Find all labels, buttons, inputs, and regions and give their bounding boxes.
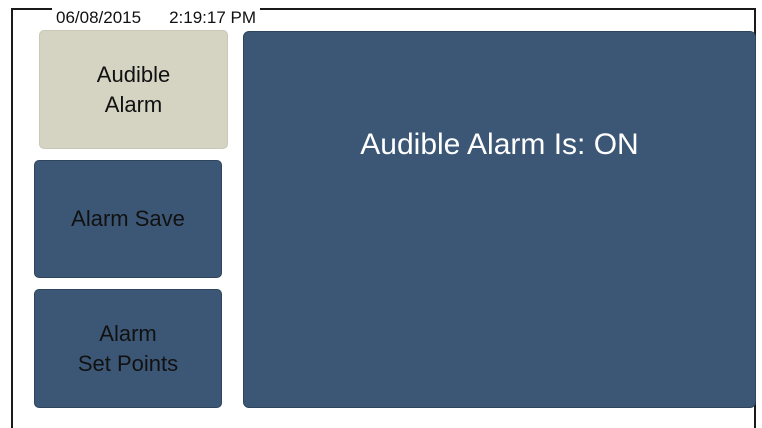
alarm-set-points-label-line1: Alarm: [99, 320, 157, 346]
alarm-set-points-label-line2: Set Points: [77, 350, 179, 376]
audible-alarm-label-line2: Alarm: [104, 91, 163, 117]
audible-alarm-button[interactable]: Audible Alarm: [39, 30, 228, 149]
alarm-set-points-button[interactable]: Alarm Set Points: [34, 289, 222, 408]
main-display-panel: Audible Alarm Is: ON: [243, 31, 756, 408]
alarm-save-button[interactable]: Alarm Save: [34, 160, 222, 278]
alarm-save-label: Alarm Save: [71, 206, 185, 231]
status-bar: 06/08/2015 2:19:17 PM: [52, 8, 261, 30]
date-display: 06/08/2015: [56, 8, 142, 27]
audible-alarm-label-line1: Audible: [96, 61, 171, 87]
time-display: 2:19:17 PM: [169, 8, 257, 27]
audible-alarm-status-text: Audible Alarm Is: ON: [360, 128, 639, 161]
